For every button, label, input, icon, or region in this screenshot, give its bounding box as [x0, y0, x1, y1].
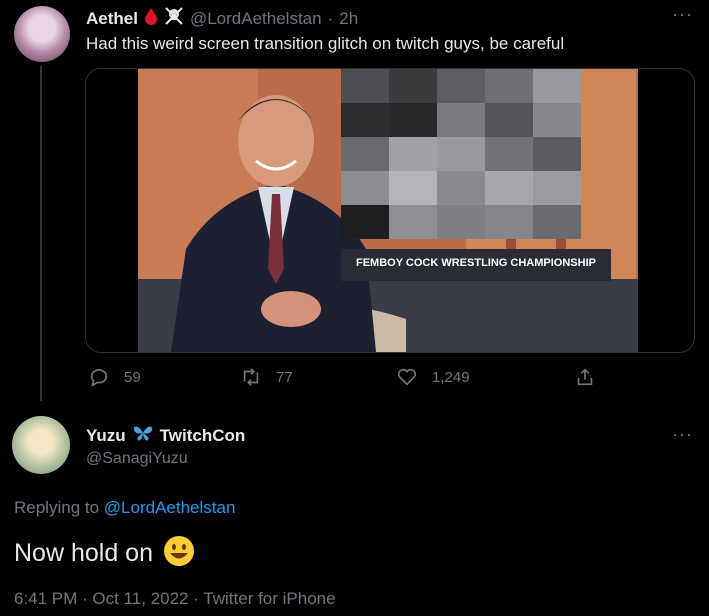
reply-more-icon[interactable]: ··· [672, 424, 693, 445]
replying-prefix: Replying to [14, 498, 100, 517]
tweet-text: Had this weird screen transition glitch … [86, 34, 565, 53]
like-count: 1,249 [432, 368, 470, 386]
media-image [86, 69, 694, 352]
author-handle[interactable]: @LordAethelstan [190, 9, 322, 29]
tweet-time[interactable]: 2h [339, 9, 358, 29]
tweet-media[interactable]: FEMBOY COCK WRESTLING CHAMPIONSHIP [85, 68, 695, 353]
reply-text: Now hold on [14, 539, 153, 567]
media-caption: FEMBOY COCK WRESTLING CHAMPIONSHIP [356, 257, 596, 269]
thread-line [40, 66, 42, 401]
reply-author-name[interactable]: Yuzu [86, 426, 126, 446]
reply-button[interactable]: 59 [88, 366, 141, 388]
grinning-face-icon [163, 535, 195, 572]
reply-author-row: Yuzu TwitchCon [86, 424, 245, 447]
retweet-icon [243, 368, 259, 386]
replying-handle-link[interactable]: @LordAethelstan [104, 498, 236, 517]
blood-drop-icon [144, 7, 158, 30]
share-icon [577, 368, 593, 386]
reply-timestamp[interactable]: 6:41 PM · Oct 11, 2022 · Twitter for iPh… [14, 589, 336, 609]
share-button[interactable] [574, 366, 596, 388]
retweet-button[interactable]: 77 [240, 366, 293, 388]
separator-dot: · [327, 8, 334, 28]
more-icon[interactable]: ··· [672, 4, 693, 25]
butterfly-icon [132, 424, 154, 447]
retweet-count: 77 [276, 368, 293, 386]
tweet-header: Aethel @LordAethelstan · 2h [86, 6, 358, 31]
reply-author-suffix[interactable]: TwitchCon [160, 426, 246, 446]
reply-count: 59 [124, 368, 141, 386]
reply-author-handle[interactable]: @SanagiYuzu [86, 450, 188, 468]
reply-text-row: Now hold on [14, 535, 195, 572]
reply-author-avatar[interactable] [12, 416, 70, 474]
heart-icon [397, 368, 417, 386]
reply-icon [90, 369, 108, 387]
skull-crossbones-icon [164, 6, 184, 31]
author-avatar[interactable] [14, 6, 70, 62]
replying-to: Replying to @LordAethelstan [14, 498, 235, 518]
author-name[interactable]: Aethel [86, 9, 138, 29]
like-button[interactable]: 1,249 [396, 366, 470, 388]
